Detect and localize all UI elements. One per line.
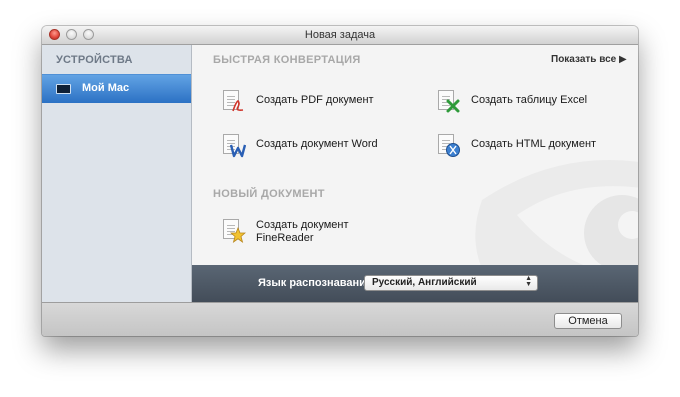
recognition-language-select[interactable]: Русский, Английский ▲ ▼ xyxy=(364,275,538,291)
create-html-action[interactable]: Создать HTML документ xyxy=(438,134,628,164)
globe-badge-icon xyxy=(446,143,460,157)
bottom-bar: Отмена xyxy=(42,302,638,336)
sidebar: УСТРОЙСТВА Мой Mac xyxy=(42,45,192,302)
word-badge-icon xyxy=(230,144,246,158)
monitor-icon xyxy=(56,84,71,94)
show-all-label: Показать все xyxy=(551,54,617,65)
triangle-right-icon: ▶ xyxy=(619,54,627,65)
star-badge-icon xyxy=(230,227,246,243)
create-html-label: Создать HTML документ xyxy=(471,138,597,150)
create-excel-label: Создать таблицу Excel xyxy=(471,94,588,106)
new-task-window: Новая задача УСТРОЙСТВА Мой Mac БЫСТРАЯ … xyxy=(42,26,638,336)
title-bar[interactable]: Новая задача xyxy=(42,26,638,45)
show-all-link[interactable]: Показать все ▶ xyxy=(551,54,627,65)
create-word-action[interactable]: Создать документ Word xyxy=(223,134,413,164)
create-finereader-document-action[interactable]: Создать документ FineReader xyxy=(223,219,413,253)
cancel-button[interactable]: Отмена xyxy=(554,313,622,329)
sidebar-item-label: Мой Mac xyxy=(82,82,130,94)
create-pdf-label: Создать PDF документ xyxy=(256,94,374,106)
recognition-language-value: Русский, Английский xyxy=(372,277,477,288)
create-excel-action[interactable]: Создать таблицу Excel xyxy=(438,90,628,120)
pdf-badge-icon xyxy=(232,100,244,112)
window-title: Новая задача xyxy=(304,29,376,41)
quick-conversion-title: БЫСТРАЯ КОНВЕРТАЦИЯ xyxy=(213,54,361,66)
new-document-title: НОВЫЙ ДОКУМЕНТ xyxy=(213,188,325,200)
create-finereader-label-line2: FineReader xyxy=(256,232,314,244)
recognition-language-bar: Язык распознавания: Русский, Английский … xyxy=(192,265,638,302)
recognition-language-label: Язык распознавания: xyxy=(258,277,376,289)
excel-badge-icon xyxy=(446,99,460,113)
create-finereader-label: Создать документ FineReader xyxy=(256,219,349,245)
up-down-arrows-icon: ▲ ▼ xyxy=(525,275,532,288)
create-word-label: Создать документ Word xyxy=(256,138,378,150)
sidebar-header-devices: УСТРОЙСТВА xyxy=(56,54,133,66)
main-panel: БЫСТРАЯ КОНВЕРТАЦИЯ Показать все ▶ Созда… xyxy=(192,45,638,265)
sidebar-item-my-mac[interactable]: Мой Mac xyxy=(42,74,191,103)
create-finereader-label-line1: Создать документ xyxy=(256,219,349,231)
create-pdf-action[interactable]: Создать PDF документ xyxy=(223,90,413,120)
